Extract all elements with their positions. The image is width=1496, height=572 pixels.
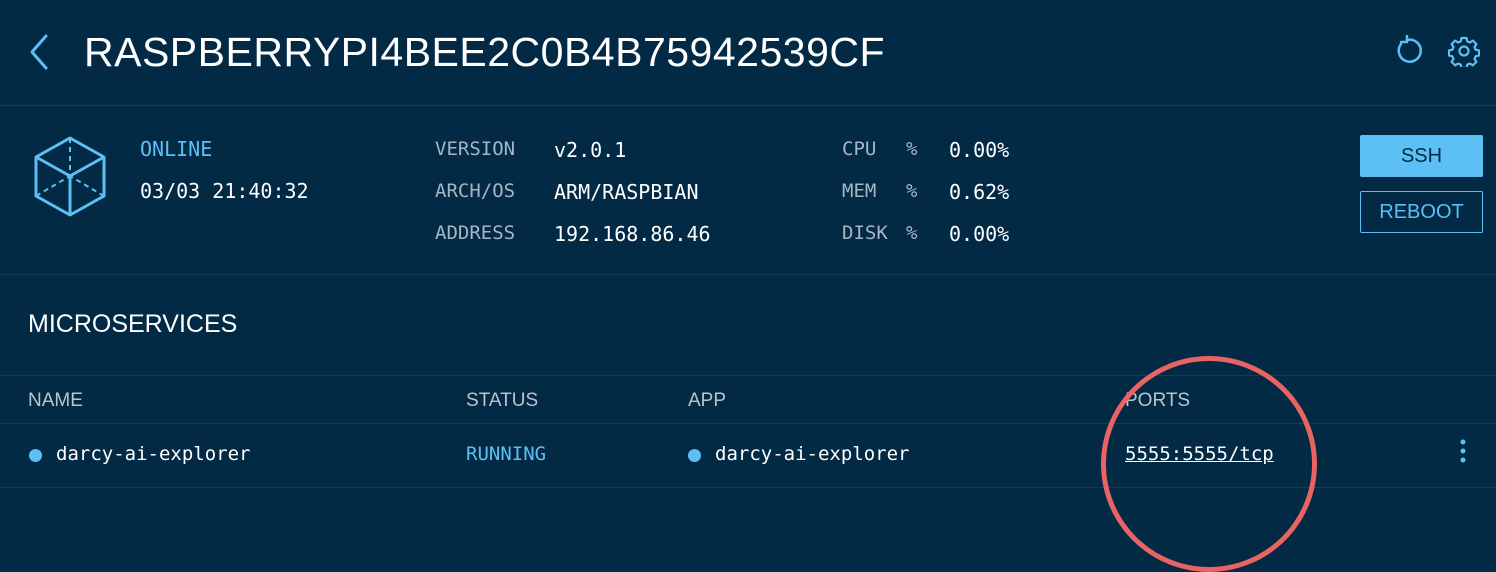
page-title: RASPBERRYPI4BEE2C0B4B75942539CF — [84, 29, 886, 75]
disk-unit: % — [906, 222, 918, 244]
cpu-value: 0.00% — [949, 138, 1010, 162]
address-label: ADDRESS — [435, 222, 516, 244]
mem-value: 0.62% — [949, 180, 1010, 204]
microservices-title: MICROSERVICES — [28, 310, 238, 338]
microservice-app[interactable]: darcy-ai-explorer — [715, 443, 909, 465]
column-header-app[interactable]: APP — [688, 390, 726, 412]
version-value: v2.0.1 — [554, 138, 627, 162]
app-dot-icon — [688, 449, 701, 462]
chevron-left-icon[interactable] — [26, 30, 56, 74]
microservice-name[interactable]: darcy-ai-explorer — [56, 443, 250, 465]
page-header: RASPBERRYPI4BEE2C0B4B75942539CF — [0, 0, 1496, 106]
more-options-icon[interactable] — [1452, 437, 1474, 465]
reboot-button[interactable]: REBOOT — [1360, 191, 1483, 233]
mem-label: MEM — [842, 180, 877, 202]
disk-value: 0.00% — [949, 222, 1010, 246]
cpu-label: CPU — [842, 138, 877, 160]
microservice-status: RUNNING — [466, 443, 547, 465]
column-header-name[interactable]: NAME — [28, 390, 83, 412]
version-label: VERSION — [435, 138, 516, 160]
refresh-icon[interactable] — [1392, 35, 1424, 67]
microservice-ports-link[interactable]: 5555:5555/tcp — [1125, 443, 1274, 465]
column-header-ports[interactable]: PORTS — [1125, 390, 1190, 412]
agent-status: ONLINE — [140, 137, 213, 161]
ssh-button[interactable]: SSH — [1360, 135, 1483, 177]
address-value: 192.168.86.46 — [554, 222, 711, 246]
gear-icon[interactable] — [1448, 35, 1480, 67]
table-header: NAME STATUS APP PORTS — [0, 375, 1496, 424]
cpu-unit: % — [906, 138, 918, 160]
agent-last-seen: 03/03 21:40:32 — [140, 179, 309, 203]
cube-icon — [34, 136, 106, 217]
column-header-status[interactable]: STATUS — [466, 390, 538, 412]
table-row[interactable]: darcy-ai-explorer RUNNING darcy-ai-explo… — [0, 423, 1496, 488]
arch-os-value: ARM/RASPBIAN — [554, 180, 699, 204]
disk-label: DISK — [842, 222, 888, 244]
mem-unit: % — [906, 180, 918, 202]
status-dot-icon — [29, 449, 42, 462]
arch-os-label: ARCH/OS — [435, 180, 516, 202]
